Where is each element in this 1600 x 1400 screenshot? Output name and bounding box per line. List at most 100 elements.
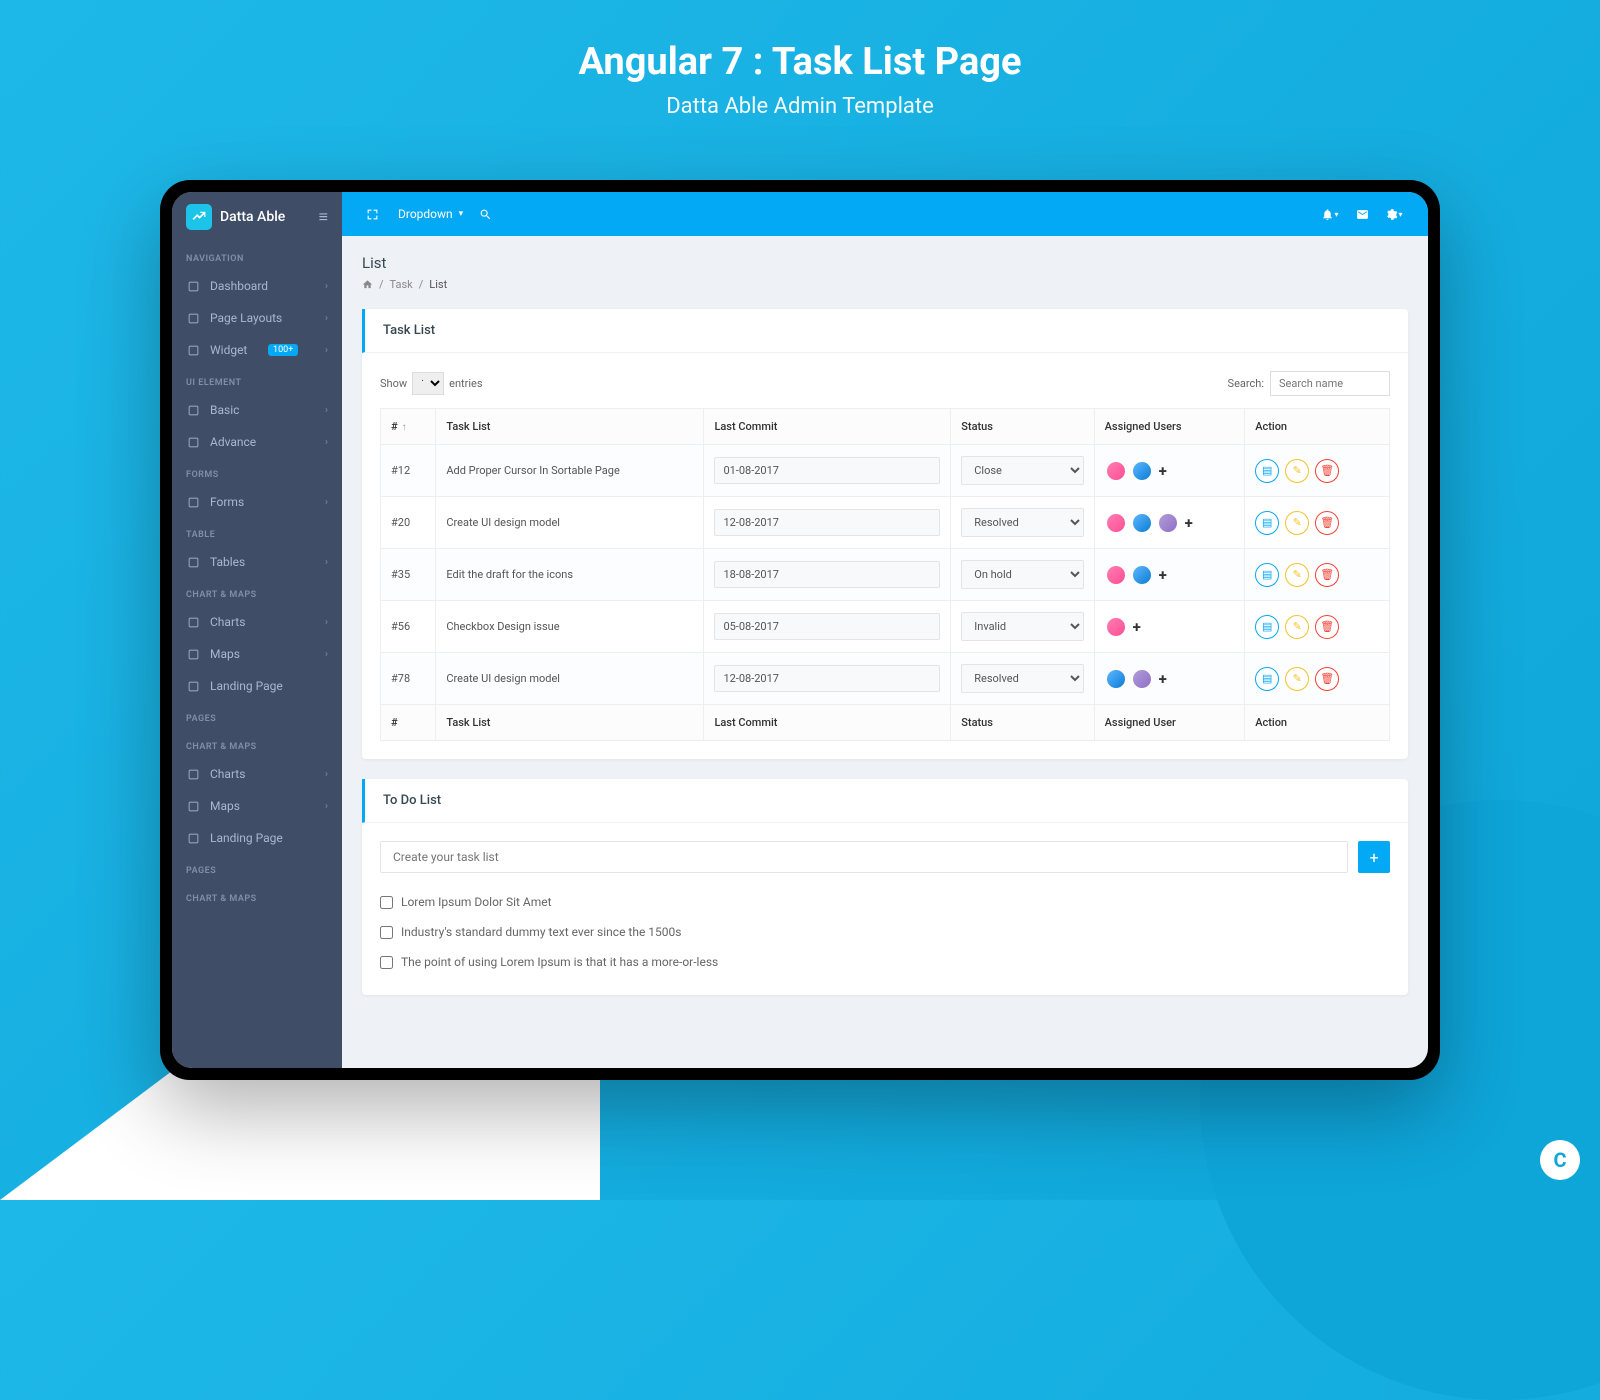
avatar[interactable] [1105, 616, 1127, 638]
avatar[interactable] [1105, 460, 1127, 482]
chevron-right-icon: › [325, 313, 328, 324]
status-select[interactable]: Invalid [961, 612, 1083, 641]
sidebar-item-tables[interactable]: Tables› [172, 546, 342, 578]
date-input[interactable] [714, 665, 940, 692]
edit-button[interactable]: ✎ [1285, 667, 1309, 691]
view-button[interactable]: ▤ [1255, 563, 1279, 587]
delete-button[interactable]: 🗑 [1315, 563, 1339, 587]
delete-button[interactable]: 🗑 [1315, 667, 1339, 691]
hero-title: Angular 7 : Task List Page [0, 40, 1600, 84]
row-id: #56 [381, 601, 436, 653]
nav-label: Charts [210, 767, 245, 781]
edit-button[interactable]: ✎ [1285, 563, 1309, 587]
advance-icon [186, 435, 200, 449]
todo-input[interactable] [380, 841, 1348, 873]
sidebar-item-charts[interactable]: Charts› [172, 758, 342, 790]
column-header[interactable]: Task List [436, 409, 704, 445]
view-button[interactable]: ▤ [1255, 511, 1279, 535]
row-id: #78 [381, 653, 436, 705]
date-input[interactable] [714, 509, 940, 536]
mail-icon[interactable] [1348, 200, 1376, 228]
sidebar-item-landing-page[interactable]: Landing Page [172, 670, 342, 702]
add-user-button[interactable]: + [1159, 566, 1167, 584]
todo-checkbox[interactable] [380, 956, 393, 969]
nav-header: CHART & MAPS [172, 730, 342, 758]
add-user-button[interactable]: + [1159, 462, 1167, 480]
date-input[interactable] [714, 561, 940, 588]
chevron-right-icon: › [325, 345, 328, 356]
sidebar-item-maps[interactable]: Maps› [172, 638, 342, 670]
home-icon [186, 279, 200, 293]
view-button[interactable]: ▤ [1255, 667, 1279, 691]
status-select[interactable]: Close [961, 456, 1083, 485]
edit-button[interactable]: ✎ [1285, 615, 1309, 639]
edit-button[interactable]: ✎ [1285, 459, 1309, 483]
breadcrumb-task[interactable]: Task [390, 278, 413, 291]
sort-icon: ↑ [402, 422, 407, 433]
delete-button[interactable]: 🗑 [1315, 511, 1339, 535]
brand-icon [186, 204, 212, 230]
status-select[interactable]: Resolved [961, 508, 1083, 537]
sidebar-item-advance[interactable]: Advance› [172, 426, 342, 458]
avatar[interactable] [1131, 460, 1153, 482]
sidebar-toggle-icon[interactable]: ≡ [319, 207, 328, 227]
sidebar-item-page-layouts[interactable]: Page Layouts› [172, 302, 342, 334]
add-user-button[interactable]: + [1159, 670, 1167, 688]
sidebar-item-charts[interactable]: Charts› [172, 606, 342, 638]
date-input[interactable] [714, 613, 940, 640]
avatar[interactable] [1105, 512, 1127, 534]
row-task: Add Proper Cursor In Sortable Page [436, 445, 704, 497]
column-header[interactable]: Status [951, 409, 1094, 445]
fullscreen-icon[interactable] [358, 200, 386, 228]
chevron-right-icon: › [325, 405, 328, 416]
delete-button[interactable]: 🗑 [1315, 615, 1339, 639]
avatar[interactable] [1131, 512, 1153, 534]
avatar[interactable] [1131, 564, 1153, 586]
sidebar-item-basic[interactable]: Basic› [172, 394, 342, 426]
column-header[interactable]: Assigned Users [1094, 409, 1245, 445]
brand-name: Datta Able [220, 209, 285, 225]
column-header[interactable]: Last Commit [704, 409, 951, 445]
clock-icon [186, 615, 200, 629]
view-button[interactable]: ▤ [1255, 615, 1279, 639]
entries-select[interactable]: 10 [412, 372, 444, 395]
dropdown-label: Dropdown [398, 207, 453, 221]
status-select[interactable]: Resolved [961, 664, 1083, 693]
topbar-dropdown[interactable]: Dropdown ▾ [390, 207, 471, 221]
column-header[interactable]: #↑ [381, 409, 436, 445]
delete-button[interactable]: 🗑 [1315, 459, 1339, 483]
sidebar-item-maps[interactable]: Maps› [172, 790, 342, 822]
sidebar-item-forms[interactable]: Forms› [172, 486, 342, 518]
footer-header: Assigned User [1094, 705, 1245, 741]
avatar[interactable] [1157, 512, 1179, 534]
corner-logo: C [1540, 1140, 1580, 1180]
sidebar-item-widget[interactable]: Widget100+› [172, 334, 342, 366]
status-select[interactable]: On hold [961, 560, 1083, 589]
widget-icon [186, 343, 200, 357]
search-icon[interactable] [471, 200, 499, 228]
avatar[interactable] [1131, 668, 1153, 690]
todo-add-button[interactable]: + [1358, 841, 1390, 873]
column-header[interactable]: Action [1245, 409, 1390, 445]
search-input[interactable] [1270, 371, 1390, 396]
avatar[interactable] [1105, 564, 1127, 586]
sidebar-item-landing-page[interactable]: Landing Page [172, 822, 342, 854]
view-button[interactable]: ▤ [1255, 459, 1279, 483]
avatar[interactable] [1105, 668, 1127, 690]
sidebar: Datta Able ≡ NAVIGATIONDashboard›Page La… [172, 192, 342, 1068]
nav-label: Dashboard [210, 279, 268, 293]
bell-icon[interactable]: ▾ [1316, 200, 1344, 228]
edit-button[interactable]: ✎ [1285, 511, 1309, 535]
add-user-button[interactable]: + [1133, 618, 1141, 636]
home-icon[interactable] [362, 279, 373, 290]
table-icon [186, 555, 200, 569]
settings-icon[interactable]: ▾ [1380, 200, 1408, 228]
date-input[interactable] [714, 457, 940, 484]
todo-checkbox[interactable] [380, 896, 393, 909]
add-user-button[interactable]: + [1185, 514, 1193, 532]
brand[interactable]: Datta Able ≡ [172, 192, 342, 242]
sidebar-item-dashboard[interactable]: Dashboard› [172, 270, 342, 302]
file-icon [186, 495, 200, 509]
task-card-title: Task List [383, 323, 1390, 338]
todo-checkbox[interactable] [380, 926, 393, 939]
